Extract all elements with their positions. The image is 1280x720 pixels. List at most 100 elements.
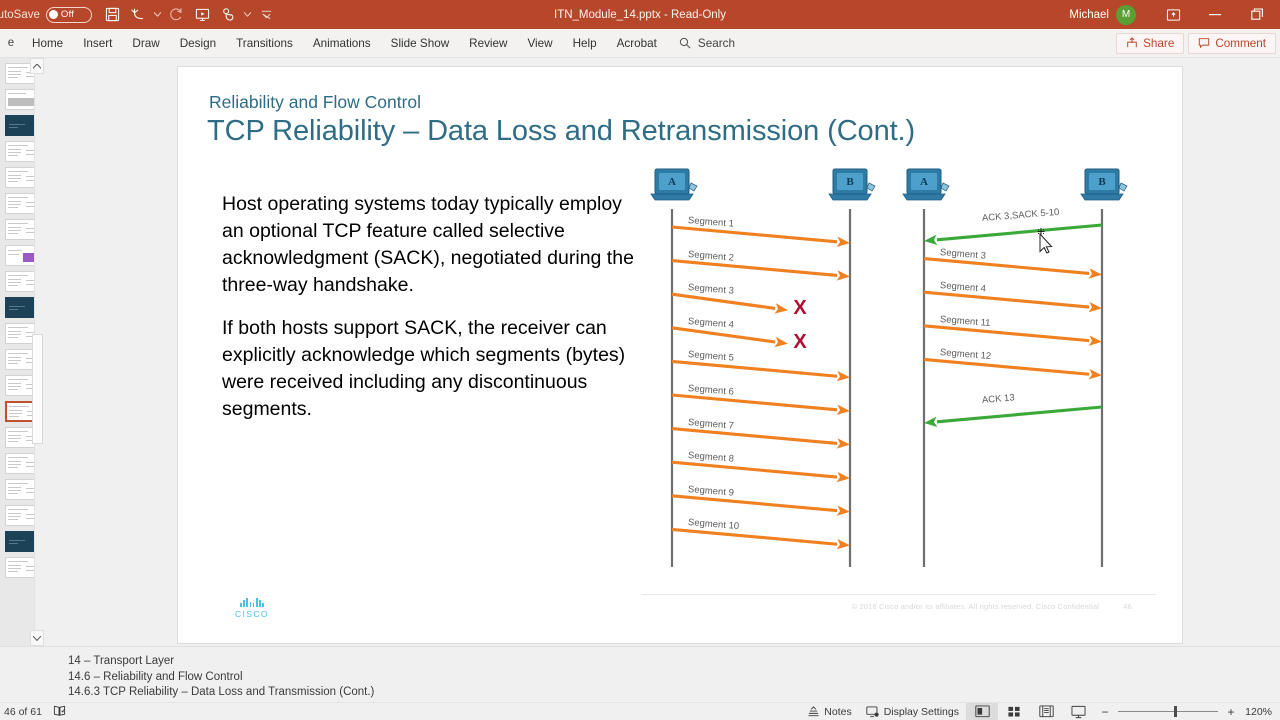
save-icon[interactable] xyxy=(100,3,126,27)
notes-label: Notes xyxy=(824,705,852,718)
share-icon xyxy=(1127,37,1137,48)
ribbon-tab-draw[interactable]: Draw xyxy=(122,29,169,58)
pane-splitter[interactable] xyxy=(44,58,60,646)
cisco-logo: CISCO xyxy=(235,598,269,619)
normal-view-button[interactable] xyxy=(966,702,998,720)
zoom-handle[interactable] xyxy=(1174,706,1177,717)
svg-text:B: B xyxy=(846,176,854,188)
host-b-icon: B xyxy=(1080,168,1128,201)
slide-title: TCP Reliability – Data Loss and Retransm… xyxy=(207,115,916,147)
segment-arrow-2 xyxy=(923,257,1102,279)
packet-loss-x-icon: X xyxy=(793,297,807,319)
segment-arrow-3 xyxy=(671,292,788,314)
status-bar: 46 of 61 Notes Display Settings − + 120% xyxy=(0,702,1280,720)
segment-arrow-7 xyxy=(671,427,850,449)
share-button[interactable]: Share xyxy=(1116,32,1185,54)
reading-view-button[interactable] xyxy=(1030,703,1062,720)
customize-qat-icon[interactable] xyxy=(254,3,280,27)
ribbon-tab-home[interactable]: Home xyxy=(22,29,73,58)
title-bar-right: Michael M xyxy=(1069,0,1280,29)
ribbon-display-options-icon[interactable] xyxy=(1152,0,1194,29)
ribbon-tab-insert[interactable]: Insert xyxy=(73,29,122,58)
minimize-icon[interactable] xyxy=(1194,0,1236,29)
status-bar-left: 46 of 61 xyxy=(0,704,66,720)
segment-arrow-1 xyxy=(671,225,850,248)
quick-access-toolbar: AutoSave Off xyxy=(0,3,280,27)
undo-dropdown-icon[interactable] xyxy=(152,3,164,27)
ribbon-tabs: Home Insert Draw Design Transitions Animation… xyxy=(22,29,667,58)
svg-text:B: B xyxy=(1098,176,1106,188)
restore-icon[interactable] xyxy=(1236,0,1278,29)
svg-text:X: X xyxy=(793,331,807,353)
redo-icon[interactable] xyxy=(164,3,190,27)
slide-paragraph-1: Host operating systems today typically e… xyxy=(222,193,634,296)
ribbon-tab-acrobat[interactable]: Acrobat xyxy=(607,29,667,58)
segment-arrow-8 xyxy=(671,460,850,483)
segment-arrow-10 xyxy=(671,527,850,550)
segment-arrow-9 xyxy=(671,494,850,516)
ribbon-tab-view[interactable]: View xyxy=(517,29,562,58)
search-placeholder: Search xyxy=(697,36,735,50)
segment-arrow-5 xyxy=(671,359,850,382)
slide[interactable]: Reliability and Flow Control TCP Reliabi… xyxy=(177,66,1183,644)
host-a-icon: A xyxy=(650,168,698,201)
zoom-in-button[interactable]: + xyxy=(1224,705,1238,719)
footer-divider xyxy=(641,594,1156,595)
segment-arrow-4 xyxy=(671,326,788,348)
slide-eyebrow: Reliability and Flow Control xyxy=(209,92,422,112)
autosave-switch[interactable]: Off xyxy=(45,6,92,23)
display-settings-icon xyxy=(866,705,879,717)
slide-thumbnail-pane[interactable] xyxy=(0,58,44,646)
thumbnail-scrollbar[interactable] xyxy=(30,58,44,646)
slide-page-number: 46 xyxy=(1123,602,1132,611)
scroll-down-icon[interactable] xyxy=(30,630,44,646)
slide-counter[interactable]: 46 of 61 xyxy=(4,706,42,718)
display-settings-button[interactable]: Display Settings xyxy=(859,703,966,720)
file-tab[interactable]: e xyxy=(0,37,22,49)
ribbon-tab-transitions[interactable]: Transitions xyxy=(226,29,303,58)
comments-button[interactable]: Comment xyxy=(1188,32,1276,54)
ribbon-right-actions: Share Comment xyxy=(1116,32,1280,54)
segment-arrow-5 xyxy=(923,357,1102,380)
ribbon-tab-design[interactable]: Design xyxy=(170,29,226,58)
ack-arrow-6 xyxy=(924,405,1103,428)
share-label: Share xyxy=(1143,36,1175,50)
slide-copyright: © 2016 Cisco and/or its affiliates. All … xyxy=(852,602,1132,611)
slide-sorter-view-button[interactable] xyxy=(998,703,1030,720)
svg-text:X: X xyxy=(793,297,807,319)
scroll-up-icon[interactable] xyxy=(30,58,44,74)
zoom-out-button[interactable]: − xyxy=(1098,705,1112,719)
ribbon-tab-animations[interactable]: Animations xyxy=(303,29,381,58)
notes-line-2: 14.6 – Reliability and Flow Control xyxy=(68,670,243,683)
accessibility-checker-icon[interactable] xyxy=(53,704,66,720)
ribbon-tab-slide-show[interactable]: Slide Show xyxy=(381,29,459,58)
undo-icon[interactable] xyxy=(126,3,152,27)
start-presentation-icon[interactable] xyxy=(190,3,216,27)
notes-pane[interactable]: 14 – Transport Layer 14.6 – Reliability … xyxy=(0,646,1280,702)
notes-text[interactable]: 14 – Transport Layer 14.6 – Reliability … xyxy=(68,654,374,701)
work-area: Reliability and Flow Control TCP Reliabi… xyxy=(0,58,1280,646)
touch-mode-icon[interactable] xyxy=(216,3,242,27)
host-a-icon: A xyxy=(902,168,950,201)
host-b-icon: B xyxy=(828,168,876,201)
ribbon-tab-review[interactable]: Review xyxy=(459,29,517,58)
slide-show-button[interactable] xyxy=(1062,703,1094,720)
notes-splitter[interactable] xyxy=(0,647,1280,650)
ribbon-tab-bar: e Home Insert Draw Design Transitions Animati… xyxy=(0,29,1280,58)
svg-text:A: A xyxy=(920,176,928,188)
autosave-knob xyxy=(48,10,58,19)
zoom-track[interactable] xyxy=(1118,706,1218,717)
zoom-slider[interactable]: − + xyxy=(1094,705,1242,719)
display-settings-label: Display Settings xyxy=(883,705,959,718)
touch-mode-dropdown-icon[interactable] xyxy=(242,3,254,27)
zoom-level[interactable]: 120% xyxy=(1242,706,1276,718)
notes-button[interactable]: Notes xyxy=(800,703,858,720)
ribbon-tab-help[interactable]: Help xyxy=(563,29,607,58)
search-box[interactable]: Search xyxy=(667,37,735,50)
ack-arrow-1 xyxy=(924,223,1103,246)
autosave-toggle[interactable]: AutoSave Off xyxy=(0,6,92,23)
diagram-left: ABXX Segment 1 Segment 2 Segment 3 Segment … xyxy=(638,163,888,583)
slide-body-text: Host operating systems today typically e… xyxy=(222,191,640,423)
scrollbar-thumb[interactable] xyxy=(32,334,43,444)
avatar[interactable]: M xyxy=(1116,4,1136,25)
